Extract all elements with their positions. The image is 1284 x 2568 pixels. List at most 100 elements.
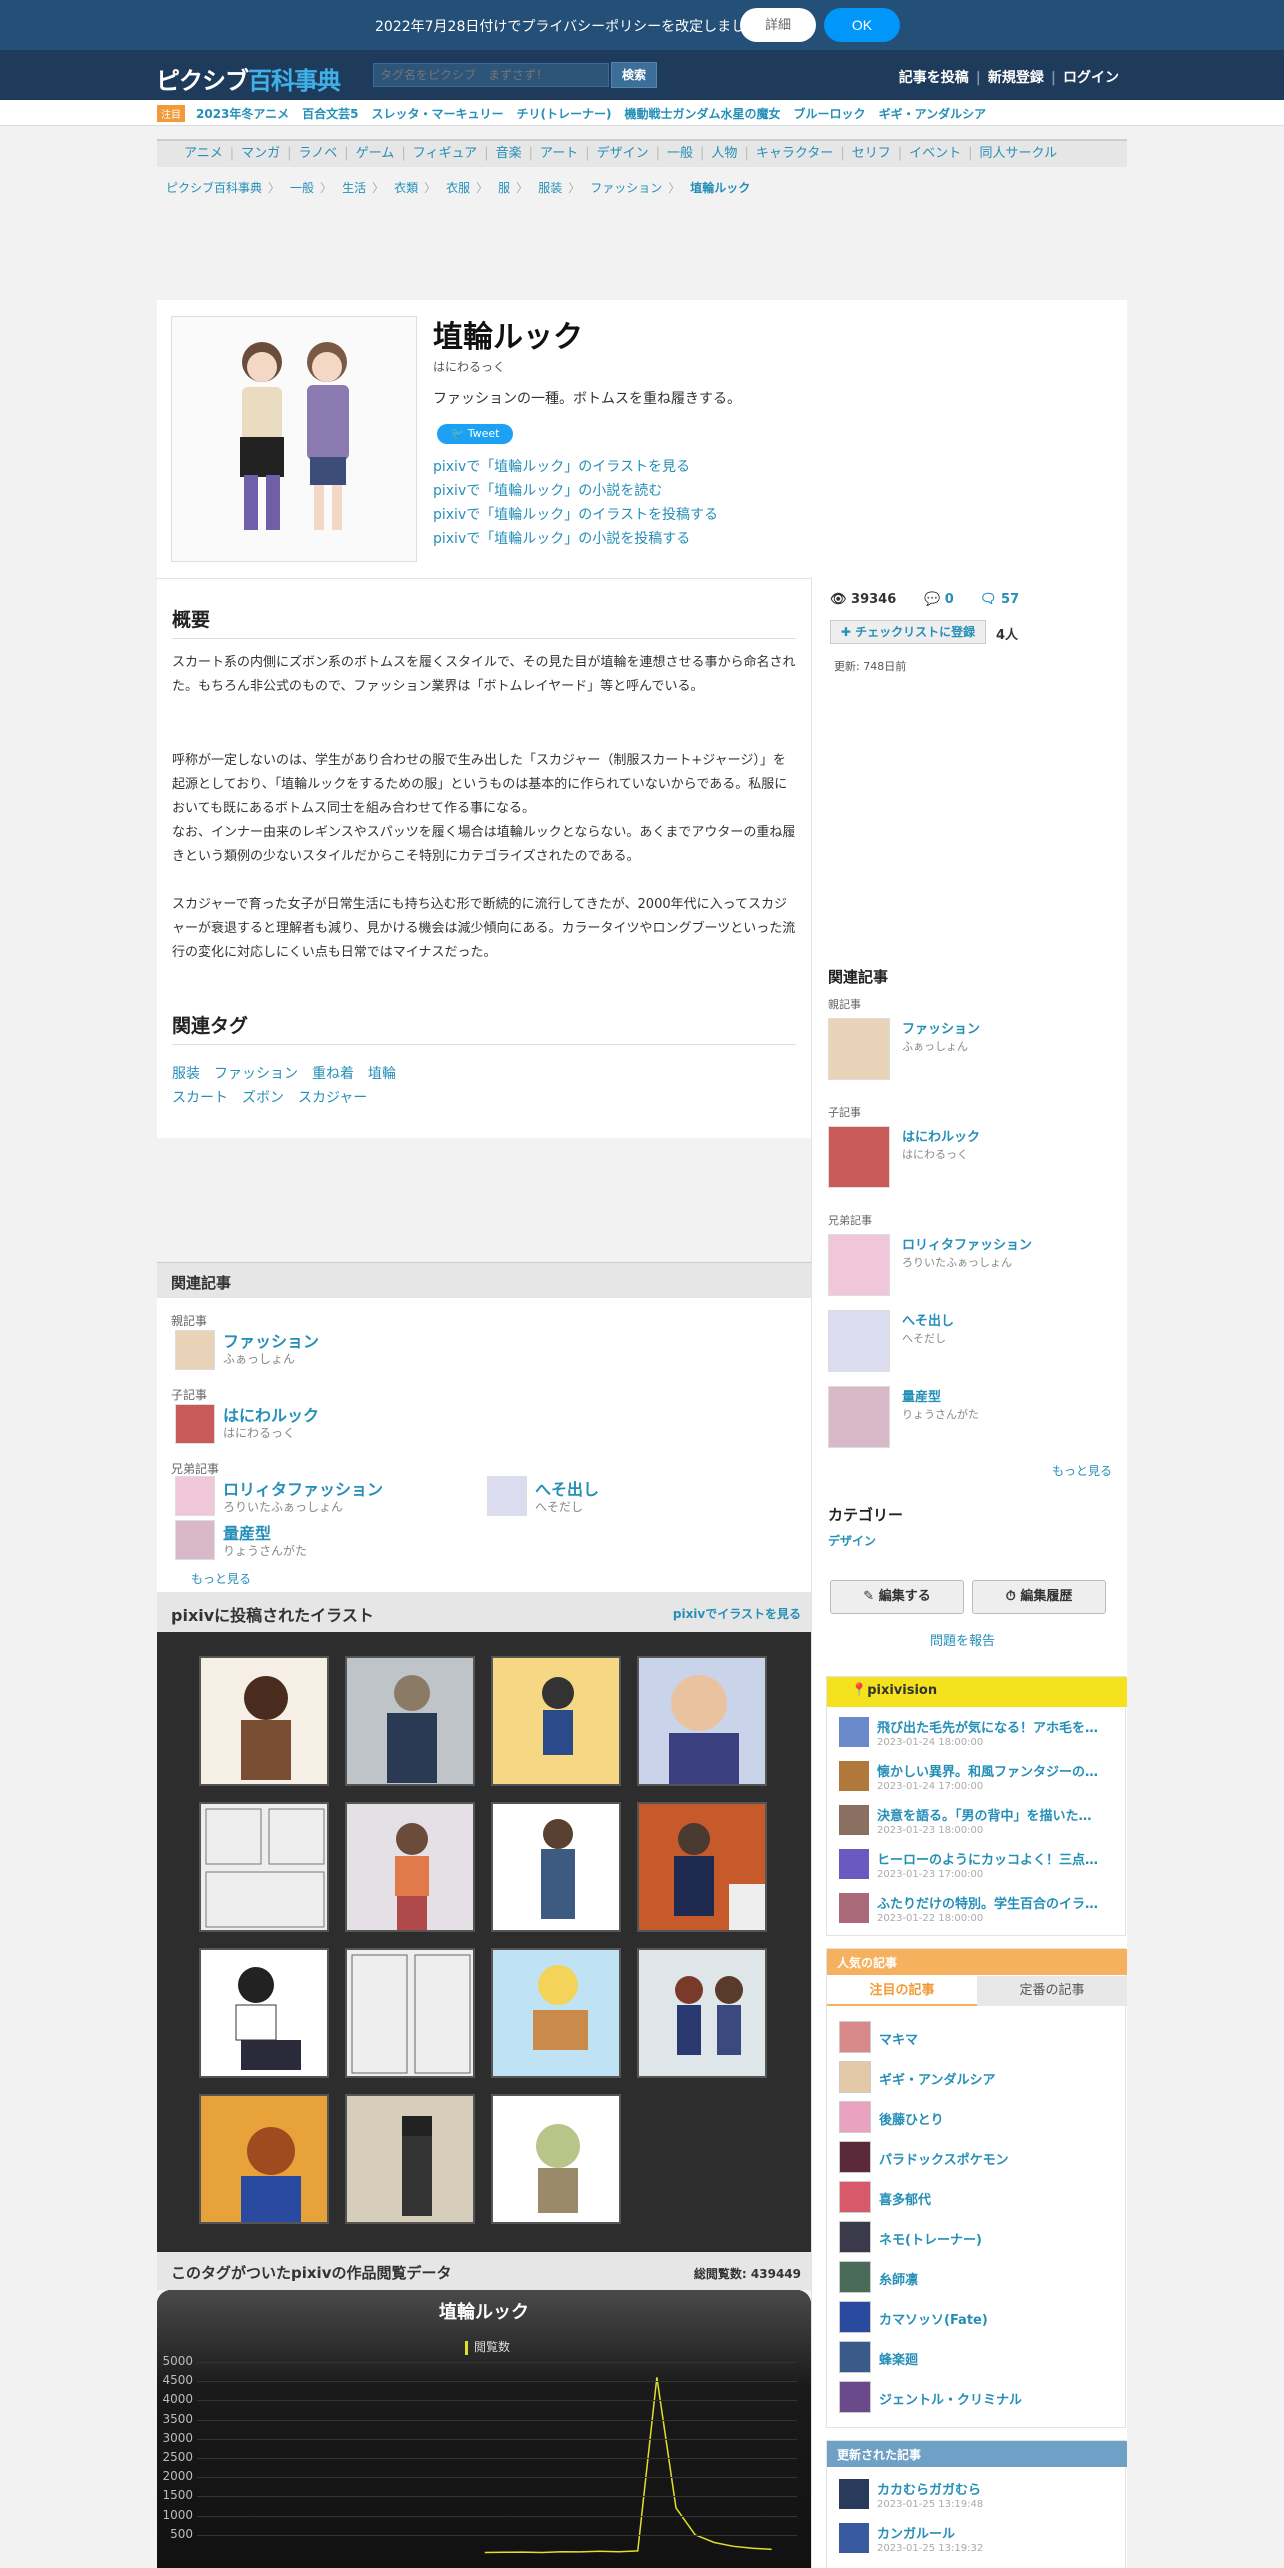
popular-item[interactable]: 後藤ひとり	[839, 2101, 1119, 2133]
pixiv-link-view-illust[interactable]: pixivで「埴輪ルック」のイラストを見る	[433, 456, 690, 476]
category-link[interactable]: イベント	[902, 141, 968, 167]
tag-link[interactable]: ファッション	[214, 1066, 298, 1082]
illustration-thumb[interactable]	[637, 1656, 767, 1786]
illustration-thumb[interactable]	[199, 2094, 329, 2224]
popular-item[interactable]: ネモ(トレーナー)	[839, 2221, 1119, 2253]
breadcrumb-item[interactable]: 衣類	[394, 181, 418, 195]
tag-link[interactable]: スカジャー	[298, 1090, 367, 1106]
breadcrumb-item[interactable]: 生活	[342, 181, 366, 195]
replies-stat[interactable]: 🗨 57	[980, 592, 1019, 607]
breadcrumb-item[interactable]: 服装	[538, 181, 562, 195]
tweet-button[interactable]: 🐦 Tweet	[437, 424, 513, 444]
category-link[interactable]: デザイン	[590, 141, 656, 167]
related-more-link[interactable]: もっと見る	[191, 1570, 251, 1587]
sibling-article-thumb[interactable]	[175, 1476, 215, 1516]
popular-item[interactable]: 糸師凛	[839, 2261, 1119, 2293]
signup-link[interactable]: 新規登録	[981, 70, 1051, 86]
illustration-thumb[interactable]	[637, 1802, 767, 1932]
sidebar-related-thumb[interactable]	[828, 1386, 890, 1448]
illustration-thumb[interactable]	[345, 1948, 475, 2078]
checklist-button[interactable]: ✚ チェックリストに登録	[830, 620, 986, 644]
sidebar-related-thumb[interactable]	[828, 1310, 890, 1372]
category-link[interactable]: 同人サークル	[973, 141, 1065, 167]
sidebar-related-thumb[interactable]	[828, 1018, 890, 1080]
category-link[interactable]: マンガ	[234, 141, 287, 167]
popular-item[interactable]: パラドックスポケモン	[839, 2141, 1119, 2173]
tab-standard[interactable]: 定番の記事	[977, 1976, 1127, 2006]
sidebar-related-link[interactable]: ファッション	[902, 1018, 980, 1037]
child-article-thumb[interactable]	[175, 1404, 215, 1444]
category-link[interactable]: アート	[533, 141, 585, 167]
illustration-thumb[interactable]	[199, 1948, 329, 2078]
pixiv-link-post-novel[interactable]: pixivで「埴輪ルック」の小説を投稿する	[433, 528, 690, 548]
breadcrumb-item[interactable]: ファッション	[590, 181, 662, 195]
illustration-thumb[interactable]	[491, 2094, 621, 2224]
trending-item[interactable]: ブルーロック	[794, 107, 866, 121]
sibling-article-link[interactable]: 量産型	[223, 1520, 271, 1544]
sibling-article-link[interactable]: へそ出し	[535, 1476, 599, 1500]
sidebar-related-link[interactable]: 量産型	[902, 1386, 941, 1405]
popular-item[interactable]: ギギ・アンダルシア	[839, 2061, 1119, 2093]
tag-link[interactable]: 重ね着	[312, 1066, 354, 1082]
parent-article-link[interactable]: ファッション	[223, 1328, 319, 1352]
comments-stat[interactable]: 💬 0	[924, 592, 954, 607]
category-link[interactable]: アニメ	[177, 141, 230, 167]
illustration-thumb[interactable]	[637, 1948, 767, 2078]
sibling-article-thumb[interactable]	[487, 1476, 527, 1516]
edit-history-button[interactable]: ⏱ 編集履歴	[972, 1580, 1106, 1614]
pixiv-link-post-illust[interactable]: pixivで「埴輪ルック」のイラストを投稿する	[433, 504, 718, 524]
category-link[interactable]: ラノベ	[292, 141, 345, 167]
category-link[interactable]: デザイン	[828, 1532, 876, 1549]
sidebar-related-more-link[interactable]: もっと見る	[1052, 1462, 1112, 1479]
tag-link[interactable]: スカート	[172, 1090, 228, 1106]
tab-featured[interactable]: 注目の記事	[827, 1976, 977, 2006]
article-thumbnail[interactable]	[171, 316, 417, 562]
breadcrumb-item[interactable]: ピクシブ百科事典	[166, 181, 262, 195]
site-logo[interactable]: ピクシブ百科事典	[156, 61, 341, 96]
report-link[interactable]: 問題を報告	[930, 1630, 995, 1649]
sidebar-related-link[interactable]: はにわルック	[902, 1126, 980, 1145]
illustration-thumb[interactable]	[199, 1802, 329, 1932]
edit-button[interactable]: ✎ 編集する	[830, 1580, 964, 1614]
parent-article-thumb[interactable]	[175, 1330, 215, 1370]
privacy-detail-button[interactable]: 詳細	[740, 8, 816, 42]
illustration-thumb[interactable]	[345, 1656, 475, 1786]
sidebar-related-link[interactable]: ロリィタファッション	[902, 1234, 1032, 1253]
breadcrumb-item[interactable]: 衣服	[446, 181, 470, 195]
child-article-link[interactable]: はにわルック	[223, 1402, 319, 1426]
popular-item[interactable]: マキマ	[839, 2021, 1119, 2053]
illustration-thumb[interactable]	[491, 1802, 621, 1932]
sidebar-related-thumb[interactable]	[828, 1234, 890, 1296]
login-link[interactable]: ログイン	[1056, 70, 1126, 86]
category-link[interactable]: キャラクター	[749, 141, 840, 167]
trending-item[interactable]: チリ(トレーナー)	[517, 107, 612, 121]
category-link[interactable]: ゲーム	[349, 141, 402, 167]
category-link[interactable]: 人物	[704, 141, 744, 167]
tag-link[interactable]: 埴輪	[368, 1066, 396, 1082]
trending-item[interactable]: 2023年冬アニメ	[196, 107, 289, 121]
illustration-thumb[interactable]	[345, 1802, 475, 1932]
tag-link[interactable]: ズボン	[242, 1090, 284, 1106]
illustration-thumb[interactable]	[199, 1656, 329, 1786]
sidebar-related-thumb[interactable]	[828, 1126, 890, 1188]
trending-item[interactable]: 百合文芸5	[302, 107, 358, 121]
breadcrumb-item[interactable]: 服	[498, 181, 510, 195]
post-article-link[interactable]: 記事を投稿	[892, 70, 976, 86]
category-link[interactable]: セリフ	[845, 141, 898, 167]
illustration-thumb[interactable]	[491, 1948, 621, 2078]
illustration-thumb[interactable]	[345, 2094, 475, 2224]
popular-item[interactable]: 蜂楽廻	[839, 2341, 1119, 2373]
category-link[interactable]: フィギュア	[406, 141, 484, 167]
sibling-article-link[interactable]: ロリィタファッション	[223, 1476, 383, 1500]
pixiv-link-read-novel[interactable]: pixivで「埴輪ルック」の小説を読む	[433, 480, 662, 500]
popular-item[interactable]: ジェントル・クリミナル	[839, 2381, 1119, 2413]
search-input[interactable]	[373, 63, 609, 87]
popular-item[interactable]: 喜多郁代	[839, 2181, 1119, 2213]
privacy-ok-button[interactable]: OK	[824, 8, 900, 42]
trending-item[interactable]: スレッタ・マーキュリー	[372, 107, 504, 121]
search-button[interactable]: 検索	[611, 62, 657, 88]
illustration-thumb[interactable]	[491, 1656, 621, 1786]
view-illustrations-link[interactable]: pixivでイラストを見る	[673, 1605, 801, 1622]
sidebar-related-link[interactable]: へそ出し	[902, 1310, 954, 1329]
tag-link[interactable]: 服装	[172, 1066, 200, 1082]
